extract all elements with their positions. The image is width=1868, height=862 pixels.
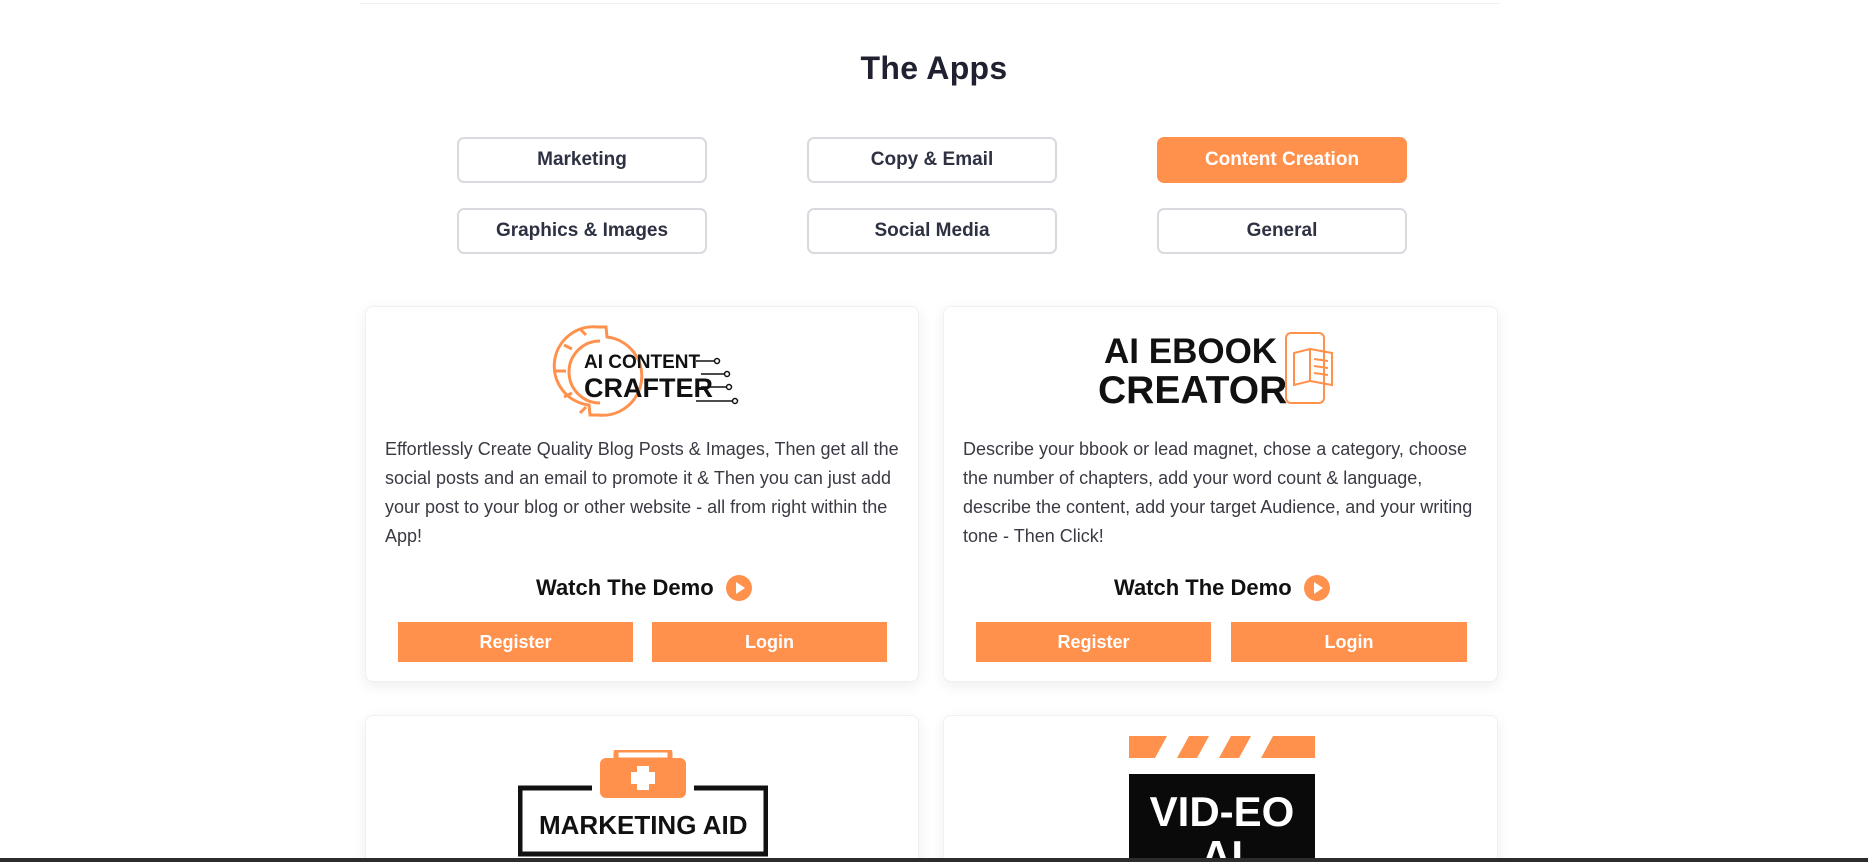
filter-copy-email[interactable]: Copy & Email (807, 137, 1057, 183)
app-description: Describe your bbook or lead magnet, chos… (963, 439, 1473, 546)
app-card-content-crafter: AI CONTENT CRAFTER Effortlessly Create Q… (365, 306, 919, 682)
filter-graphics-images[interactable]: Graphics & Images (457, 208, 707, 254)
app-description: Effortlessly Create Quality Blog Posts &… (385, 439, 899, 546)
clapperboard-icon (1155, 736, 1273, 758)
filter-content-creation[interactable]: Content Creation (1157, 137, 1407, 183)
play-icon (725, 575, 752, 601)
watch-demo-label: Watch The Demo (536, 575, 714, 600)
filter-general[interactable]: General (1157, 208, 1407, 254)
watch-demo-label: Watch The Demo (1114, 575, 1292, 600)
marketing-aid-logo: MARKETING AID (518, 750, 768, 857)
login-button[interactable]: Login (652, 622, 887, 662)
filter-marketing[interactable]: Marketing (457, 137, 707, 183)
register-button[interactable]: Register (976, 622, 1211, 662)
app-card-video-ai: VID-EO AI (943, 715, 1498, 862)
app-card-marketing-aid: MARKETING AID (365, 715, 919, 862)
video-ai-logo: VID-EO AI (1129, 736, 1315, 862)
logo-line-2: CREATOR (1098, 369, 1287, 411)
watch-demo-link[interactable]: Watch The Demo (536, 575, 752, 601)
ebook-creator-logo: AI EBOOK CREATOR (1098, 332, 1333, 411)
logo-line-1: AI CONTENT (584, 352, 701, 373)
filter-social-media[interactable]: Social Media (807, 208, 1057, 254)
watch-demo-link[interactable]: Watch The Demo (1114, 575, 1330, 601)
play-icon (1303, 575, 1330, 601)
logo-text: MARKETING AID (539, 810, 747, 840)
top-divider (360, 0, 1500, 4)
logo-line-1: AI EBOOK (1104, 332, 1277, 371)
logo-line-1: VID-EO (1150, 788, 1295, 835)
login-button[interactable]: Login (1231, 622, 1467, 662)
bottom-bar (0, 858, 1868, 862)
section-title: The Apps (860, 50, 1008, 86)
app-card-ebook-creator: AI EBOOK CREATOR Describe your bbook or … (943, 306, 1498, 682)
register-button[interactable]: Register (398, 622, 633, 662)
content-crafter-logo: AI CONTENT CRAFTER (552, 325, 739, 417)
logo-line-2: CRAFTER (584, 373, 713, 403)
